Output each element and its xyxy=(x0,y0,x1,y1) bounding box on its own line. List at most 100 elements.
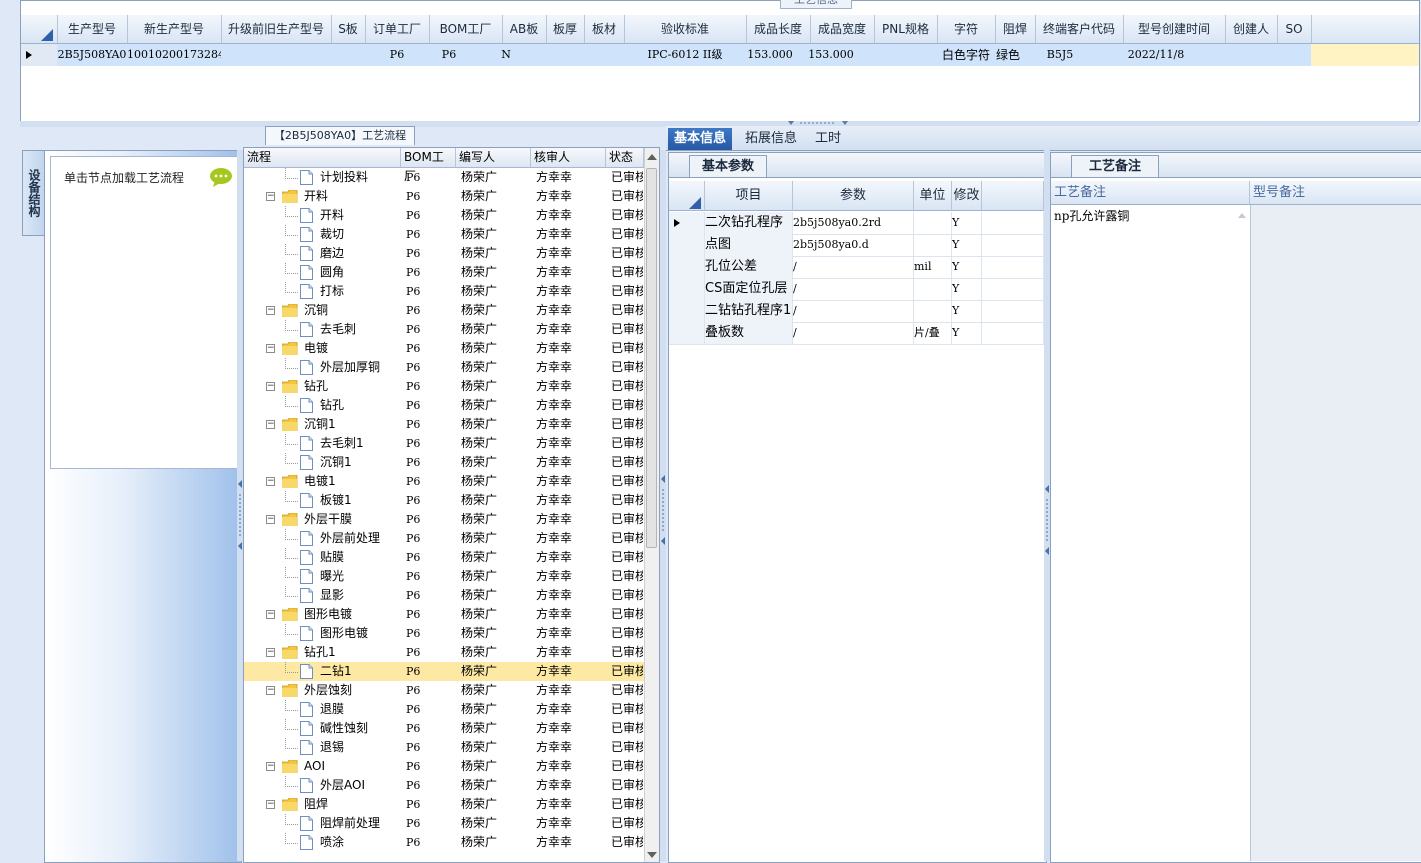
tree-leaf-node[interactable]: 圆角 P6 杨荣广 方幸幸 已审核 xyxy=(244,263,644,282)
tree-leaf-node[interactable]: 外层前处理 P6 杨荣广 方幸幸 已审核 xyxy=(244,529,644,548)
param-row[interactable]: 二钻钻孔程序1/ Y xyxy=(669,300,1044,323)
col-header-pnl[interactable]: PNL规格 xyxy=(874,15,938,43)
cell-soldermask[interactable]: 绿色 xyxy=(991,44,1025,66)
collapse-node-icon[interactable]: − xyxy=(266,800,275,809)
tree-leaf-node[interactable]: 计划投料 P6 杨荣广 方幸幸 已审核 xyxy=(244,168,644,187)
col-header-silkscreen[interactable]: 字符 xyxy=(937,15,996,43)
cell-s-board[interactable] xyxy=(331,44,365,66)
param-modify[interactable]: Y xyxy=(952,322,982,344)
col-header-so[interactable]: SO xyxy=(1277,15,1312,43)
table-row[interactable]: 2B5J508YA0 10010200173284 P6 P6 N IPC-60… xyxy=(21,44,1419,66)
tree-leaf-node[interactable]: 喷涂 P6 杨荣广 方幸幸 已审核 xyxy=(244,833,644,852)
tree-leaf-node[interactable]: 阻焊前处理 P6 杨荣广 方幸幸 已审核 xyxy=(244,814,644,833)
params-col-unit[interactable]: 单位 xyxy=(914,181,952,211)
params-grid-corner[interactable] xyxy=(669,181,705,211)
col-header-order-factory[interactable]: 订单工厂 xyxy=(365,15,430,43)
param-row[interactable]: 叠板数 / 片/叠 Y xyxy=(669,322,1044,345)
tree-folder-node[interactable]: − 外层干膜 P6 杨荣广 方幸幸 已审核 xyxy=(244,510,644,529)
col-header-old-prod-model[interactable]: 升级前旧生产型号 xyxy=(221,15,332,43)
col-header-prod-model[interactable]: 生产型号 xyxy=(57,15,128,43)
col-header-width[interactable]: 成品宽度 xyxy=(810,15,875,43)
collapse-node-icon[interactable]: − xyxy=(266,306,275,315)
tree-leaf-node[interactable]: 碱性蚀刻 P6 杨荣广 方幸幸 已审核 xyxy=(244,719,644,738)
cell-creator[interactable] xyxy=(1225,44,1277,66)
tree-leaf-node[interactable]: 裁切 P6 杨荣广 方幸幸 已审核 xyxy=(244,225,644,244)
tree-leaf-node[interactable]: 图形电镀 P6 杨荣广 方幸幸 已审核 xyxy=(244,624,644,643)
col-header-s-board[interactable]: S板 xyxy=(331,15,366,43)
cell-bom-factory[interactable]: P6 xyxy=(429,44,469,66)
scroll-down-icon[interactable] xyxy=(646,850,658,860)
param-value[interactable]: 2b5j508ya0.d xyxy=(793,234,914,256)
tree-folder-node[interactable]: − 开料 P6 杨荣广 方幸幸 已审核 xyxy=(244,187,644,206)
scroll-up-icon[interactable] xyxy=(646,152,658,162)
collapse-node-icon[interactable]: − xyxy=(266,382,275,391)
tree-leaf-node[interactable]: 沉铜1 P6 杨荣广 方幸幸 已审核 xyxy=(244,453,644,472)
tree-folder-node[interactable]: − 电镀 P6 杨荣广 方幸幸 已审核 xyxy=(244,339,644,358)
tree-leaf-node[interactable]: 显影 P6 杨荣广 方幸幸 已审核 xyxy=(244,586,644,605)
params-col-modify[interactable]: 修改 xyxy=(952,181,982,211)
row-indicator[interactable] xyxy=(21,44,57,66)
tree-leaf-node[interactable]: 板镀1 P6 杨荣广 方幸幸 已审核 xyxy=(244,491,644,510)
tree-leaf-node[interactable]: 外层AOI P6 杨荣广 方幸幸 已审核 xyxy=(244,776,644,795)
params-col-item[interactable]: 项目 xyxy=(705,181,793,211)
collapse-node-icon[interactable]: − xyxy=(266,344,275,353)
process-note-field[interactable]: np孔允许露铜 xyxy=(1054,207,1129,224)
param-value[interactable]: / xyxy=(793,322,914,344)
col-header-thickness[interactable]: 板厚 xyxy=(546,15,585,43)
cell-width[interactable]: 153.000 xyxy=(799,44,863,66)
col-header-material[interactable]: 板材 xyxy=(584,15,625,43)
tree-scrollbar[interactable] xyxy=(644,148,659,862)
row-indicator[interactable] xyxy=(669,234,705,256)
col-header-length[interactable]: 成品长度 xyxy=(746,15,811,43)
tab-basic-params[interactable]: 基本参数 xyxy=(689,155,767,177)
note-scroll-up-icon[interactable] xyxy=(1237,211,1247,219)
col-header-new-prod-model[interactable]: 新生产型号 xyxy=(127,15,222,43)
cell-old-prod-model[interactable] xyxy=(221,44,331,66)
tree-leaf-node[interactable]: 曝光 P6 杨荣广 方幸幸 已审核 xyxy=(244,567,644,586)
tree-folder-node[interactable]: − 电镀1 P6 杨荣广 方幸幸 已审核 xyxy=(244,472,644,491)
cell-length[interactable]: 153.000 xyxy=(738,44,802,66)
cell-thickness[interactable] xyxy=(546,44,584,66)
tree-leaf-node[interactable]: 去毛刺 P6 杨荣广 方幸幸 已审核 xyxy=(244,320,644,339)
param-value[interactable]: / xyxy=(793,278,914,300)
tree-leaf-node[interactable]: 打标 P6 杨荣广 方幸幸 已审核 xyxy=(244,282,644,301)
param-row[interactable]: CS面定位孔层 / Y xyxy=(669,278,1044,301)
collapse-node-icon[interactable]: − xyxy=(266,420,275,429)
tree-folder-node[interactable]: − 阻焊 P6 杨荣广 方幸幸 已审核 xyxy=(244,795,644,814)
col-header-customer-code[interactable]: 终端客户代码 xyxy=(1035,15,1124,43)
cell-create-time[interactable]: 2022/11/8 xyxy=(1121,44,1191,66)
param-value[interactable]: / xyxy=(793,300,914,322)
cell-acceptance[interactable]: IPC-6012 II级 xyxy=(624,44,746,66)
tab-basic-info[interactable]: 基本信息 xyxy=(668,128,733,150)
tree-leaf-node[interactable]: 退膜 P6 杨荣广 方幸幸 已审核 xyxy=(244,700,644,719)
col-header-creator[interactable]: 创建人 xyxy=(1225,15,1278,43)
param-row[interactable]: 二次钻孔程序 2b5j508ya0.2rd Y xyxy=(669,212,1044,235)
tree-folder-node[interactable]: − 沉铜 P6 杨荣广 方幸幸 已审核 xyxy=(244,301,644,320)
cell-prod-model[interactable]: 2B5J508YA0 xyxy=(57,44,127,66)
tree-leaf-node[interactable]: 磨边 P6 杨荣广 方幸幸 已审核 xyxy=(244,244,644,263)
grid-corner[interactable] xyxy=(21,15,58,43)
tree-leaf-node[interactable]: 贴膜 P6 杨荣广 方幸幸 已审核 xyxy=(244,548,644,567)
row-indicator[interactable] xyxy=(669,256,705,278)
row-indicator[interactable] xyxy=(669,300,705,322)
tree-folder-node[interactable]: − AOI P6 杨荣广 方幸幸 已审核 xyxy=(244,757,644,776)
tree-leaf-node[interactable]: 去毛刺1 P6 杨荣广 方幸幸 已审核 xyxy=(244,434,644,453)
param-modify[interactable]: Y xyxy=(952,278,982,300)
row-indicator[interactable] xyxy=(669,278,705,300)
tree-leaf-node[interactable]: 外层加厚铜 P6 杨荣广 方幸幸 已审核 xyxy=(244,358,644,377)
tree-folder-node[interactable]: − 沉铜1 P6 杨荣广 方幸幸 已审核 xyxy=(244,415,644,434)
param-row[interactable]: 孔位公差 / mil Y xyxy=(669,256,1044,279)
params-col-value[interactable]: 参数 xyxy=(793,181,914,211)
tree-leaf-node[interactable]: 二钻1 P6 杨荣广 方幸幸 已审核 xyxy=(244,662,644,681)
collapse-node-icon[interactable]: − xyxy=(266,192,275,201)
tree-leaf-node[interactable]: 退锡 P6 杨荣广 方幸幸 已审核 xyxy=(244,738,644,757)
col-header-acceptance[interactable]: 验收标准 xyxy=(624,15,747,43)
middle-vertical-splitter[interactable] xyxy=(660,150,666,861)
tab-process-notes[interactable]: 工艺备注 xyxy=(1071,155,1159,177)
tab-work-hours[interactable]: 工时 xyxy=(809,128,847,150)
side-tab-device-structure[interactable]: 设备结构 xyxy=(22,150,45,236)
collapse-node-icon[interactable]: − xyxy=(266,477,275,486)
cell-customer-code[interactable]: B5J5 xyxy=(1025,44,1095,66)
param-modify[interactable]: Y xyxy=(952,300,982,322)
tree-leaf-node[interactable]: 钻孔 P6 杨荣广 方幸幸 已审核 xyxy=(244,396,644,415)
